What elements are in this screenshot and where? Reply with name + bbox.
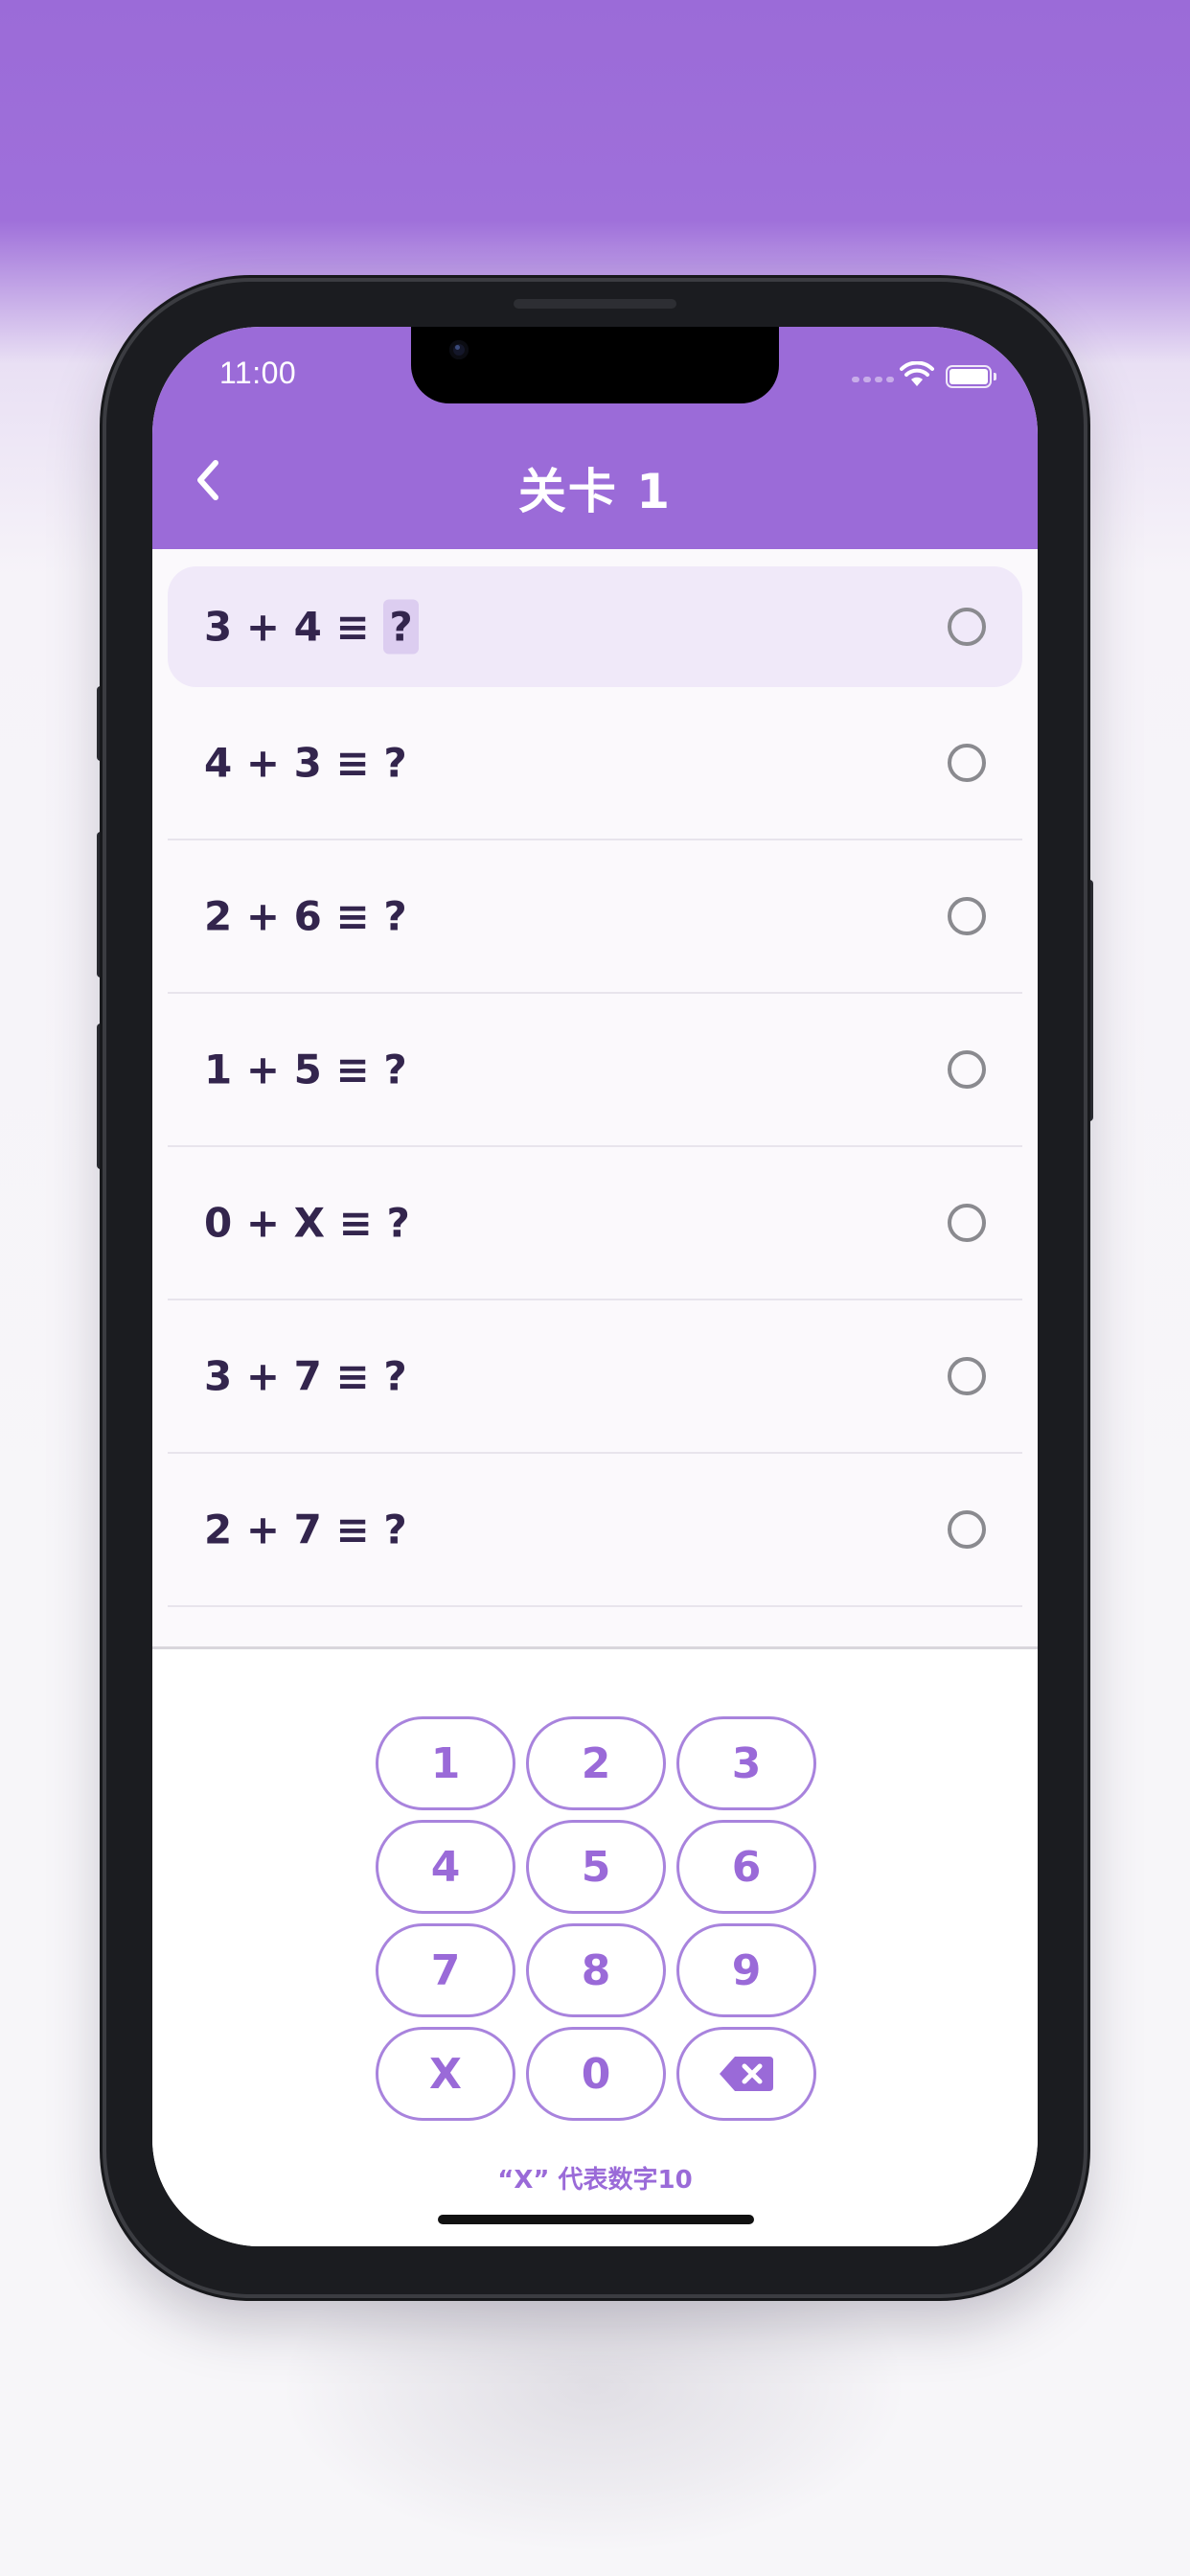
- key-5[interactable]: 5: [526, 1820, 666, 1914]
- speaker-grille: [514, 299, 676, 309]
- question-expression: 1 + 5 ≡ ?: [204, 1046, 407, 1093]
- notch: [411, 327, 779, 403]
- question-expression: 3 + 4 ≡ ?: [204, 599, 419, 655]
- radio-button[interactable]: [948, 1050, 986, 1089]
- radio-button[interactable]: [948, 1204, 986, 1242]
- phone-frame: 11:00 关卡 1 3 + 4 ≡ ? 4 + 3 ≡ ? 2 + 6 ≡ ?…: [106, 282, 1084, 2294]
- key-1[interactable]: 1: [376, 1716, 515, 1810]
- question-row[interactable]: 1 + 5 ≡ ?: [168, 994, 1022, 1147]
- key-x[interactable]: X: [376, 2027, 515, 2121]
- cellular-signal-icon: [852, 377, 894, 382]
- radio-button[interactable]: [948, 744, 986, 782]
- answer-placeholder: ?: [386, 1199, 410, 1247]
- question-list[interactable]: 3 + 4 ≡ ? 4 + 3 ≡ ? 2 + 6 ≡ ? 1 + 5 ≡ ? …: [152, 549, 1038, 1646]
- question-row[interactable]: 2 + 7 ≡ ?: [168, 1454, 1022, 1607]
- answer-placeholder: ?: [383, 599, 419, 655]
- radio-button[interactable]: [948, 1357, 986, 1395]
- key-9[interactable]: 9: [676, 1923, 816, 2017]
- number-keypad: 1 2 3 4 5 6 7 8 9 X 0 “X” 代表数字10: [152, 1646, 1038, 2246]
- app-screen: 11:00 关卡 1 3 + 4 ≡ ? 4 + 3 ≡ ? 2 + 6 ≡ ?…: [152, 327, 1038, 2246]
- question-row[interactable]: 3 + 7 ≡ ?: [168, 1300, 1022, 1454]
- question-expression: 2 + 7 ≡ ?: [204, 1506, 407, 1553]
- key-7[interactable]: 7: [376, 1923, 515, 2017]
- key-2[interactable]: 2: [526, 1716, 666, 1810]
- battery-icon: [946, 365, 996, 388]
- answer-placeholder: ?: [383, 892, 407, 940]
- front-camera: [449, 340, 469, 359]
- radio-button[interactable]: [948, 897, 986, 935]
- volume-up-button: [97, 832, 105, 978]
- keypad-hint: “X” 代表数字10: [497, 2166, 693, 2195]
- status-time: 11:00: [219, 356, 297, 390]
- answer-placeholder: ?: [383, 739, 407, 787]
- key-3[interactable]: 3: [676, 1716, 816, 1810]
- backspace-icon: [720, 2057, 773, 2091]
- answer-placeholder: ?: [383, 1046, 407, 1093]
- power-button: [1085, 880, 1093, 1121]
- question-expression: 0 + X ≡ ?: [204, 1199, 410, 1247]
- question-row[interactable]: 4 + 3 ≡ ?: [168, 687, 1022, 840]
- question-row[interactable]: 2 + 6 ≡ ?: [168, 840, 1022, 994]
- keypad-grid: 1 2 3 4 5 6 7 8 9 X 0: [376, 1716, 816, 2121]
- page-title: 关卡 1: [517, 464, 673, 519]
- volume-down-button: [97, 1024, 105, 1169]
- question-expression: 2 + 6 ≡ ?: [204, 892, 407, 940]
- mute-switch: [97, 686, 105, 761]
- question-expression: 3 + 7 ≡ ?: [204, 1352, 407, 1400]
- key-8[interactable]: 8: [526, 1923, 666, 2017]
- question-row[interactable]: 3 + 4 ≡ ?: [168, 566, 1022, 687]
- key-4[interactable]: 4: [376, 1820, 515, 1914]
- answer-placeholder: ?: [383, 1352, 407, 1400]
- wifi-icon: [900, 361, 934, 386]
- home-indicator[interactable]: [438, 2215, 754, 2224]
- key-6[interactable]: 6: [676, 1820, 816, 1914]
- question-expression: 4 + 3 ≡ ?: [204, 739, 407, 787]
- radio-button[interactable]: [948, 608, 986, 646]
- radio-button[interactable]: [948, 1510, 986, 1549]
- question-row[interactable]: 0 + X ≡ ?: [168, 1147, 1022, 1300]
- delete-button[interactable]: [676, 2027, 816, 2121]
- answer-placeholder: ?: [383, 1506, 407, 1553]
- key-0[interactable]: 0: [526, 2027, 666, 2121]
